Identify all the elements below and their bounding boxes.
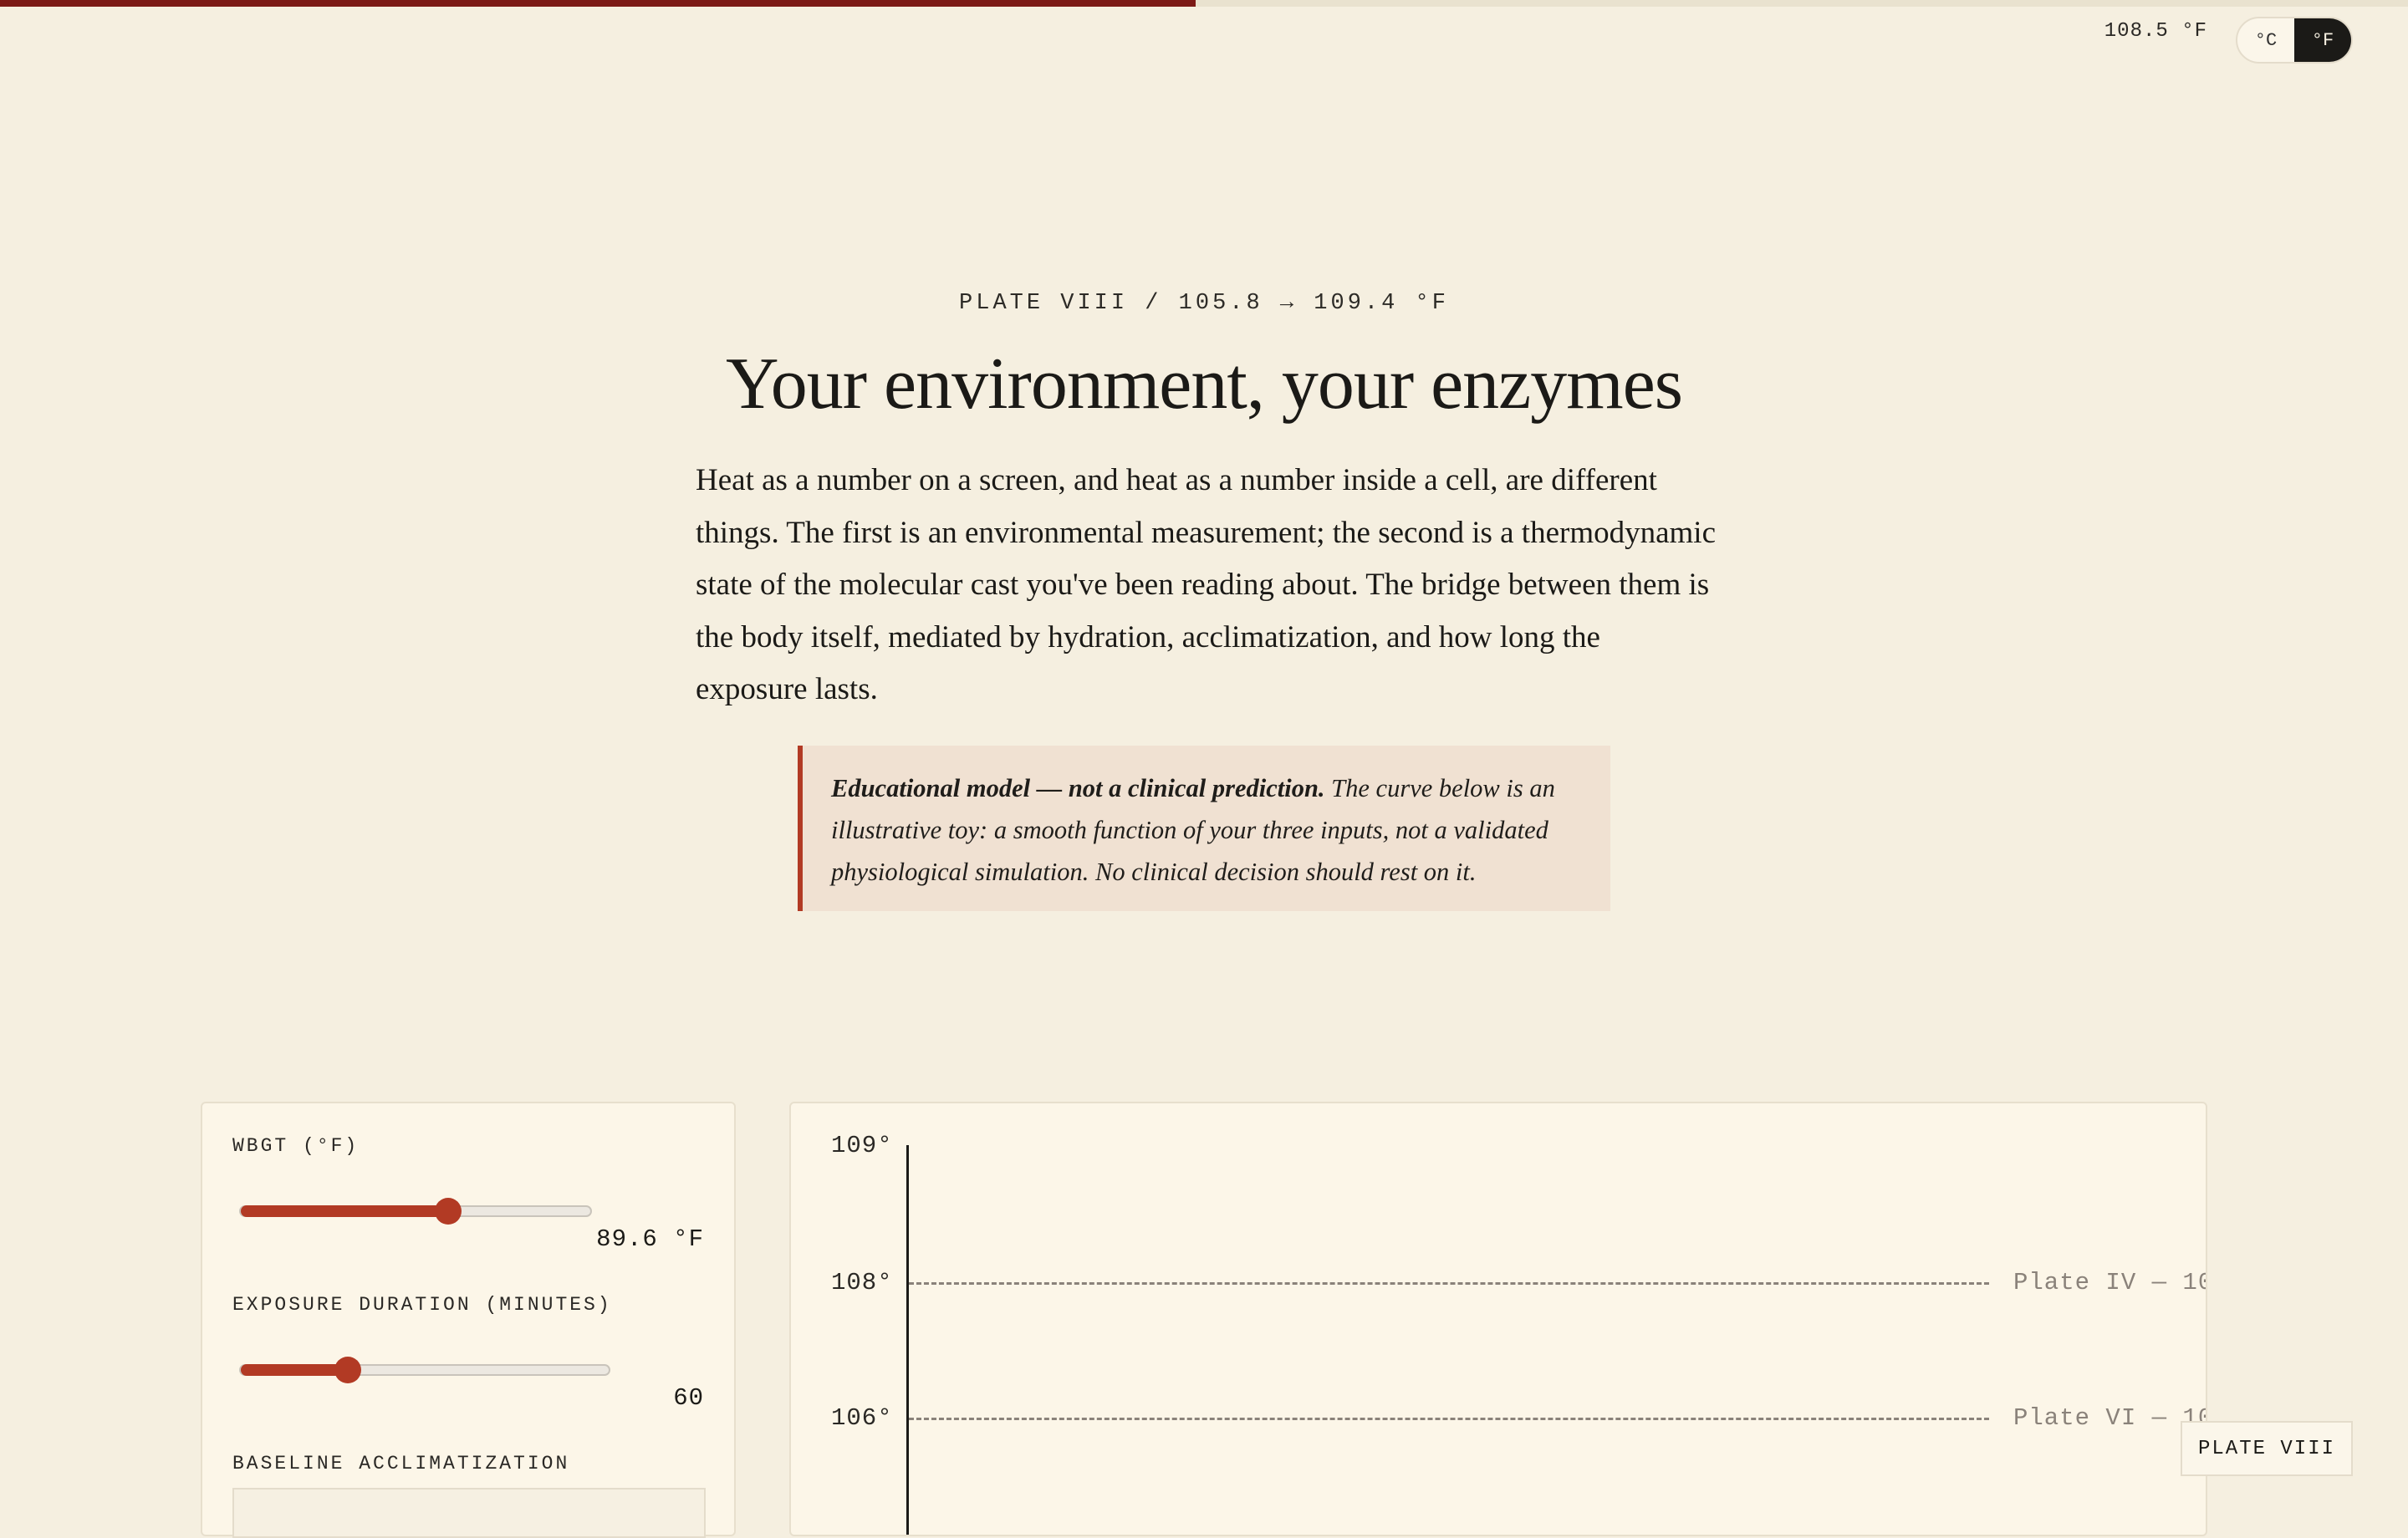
- duration-slider[interactable]: [239, 1357, 610, 1383]
- wbgt-value: 89.6 °F: [596, 1225, 704, 1253]
- acclimatization-select[interactable]: [232, 1488, 706, 1538]
- page-title: Your environment, your enzymes: [726, 344, 1683, 425]
- y-tick-109: 109°: [831, 1132, 893, 1159]
- wbgt-slider-fill: [241, 1205, 448, 1217]
- duration-slider-fill: [241, 1364, 349, 1376]
- y-tick-108: 108°: [831, 1269, 893, 1296]
- y-tick-106: 106°: [831, 1404, 893, 1432]
- intro-paragraph: Heat as a number on a screen, and heat a…: [696, 463, 1717, 706]
- reference-line-plate-vi: [909, 1418, 1989, 1420]
- reading-progress-bar: [0, 0, 2408, 7]
- celsius-option[interactable]: °C: [2237, 18, 2294, 62]
- wbgt-slider-thumb[interactable]: [434, 1198, 462, 1225]
- duration-label: EXPOSURE DURATION (MINUTES): [232, 1294, 612, 1316]
- acclimatization-label: BASELINE ACCLIMATIZATION: [232, 1453, 570, 1474]
- wbgt-label: WBGT (°F): [232, 1135, 360, 1157]
- chart-panel: 109° 108° 106° Plate IV — 108 Plate VI —…: [789, 1102, 2207, 1536]
- plate-eyebrow: PLATE VIII / 105.8 → 109.4 °F: [959, 291, 1449, 316]
- duration-value: 60: [673, 1384, 704, 1412]
- duration-slider-thumb[interactable]: [334, 1357, 362, 1383]
- wbgt-slider[interactable]: [239, 1198, 592, 1225]
- unit-toggle[interactable]: °C °F: [2236, 17, 2353, 64]
- disclaimer-callout: Educational model — not a clinical predi…: [798, 746, 1610, 911]
- disclaimer-text: Educational model — not a clinical predi…: [831, 767, 1584, 893]
- current-temperature-readout: 108.5 °F: [2104, 20, 2207, 43]
- reference-line-plate-iv: [909, 1282, 1989, 1285]
- y-axis: [906, 1145, 909, 1535]
- reading-progress-fill: [0, 0, 1196, 7]
- disclaimer-bold: Educational model — not a clinical predi…: [831, 774, 1325, 802]
- reference-label-plate-vi: Plate VI — 106: [2013, 1404, 2207, 1432]
- plate-badge[interactable]: PLATE VIII: [2181, 1421, 2353, 1476]
- fahrenheit-option[interactable]: °F: [2294, 18, 2351, 62]
- reference-label-plate-iv: Plate IV — 108: [2013, 1269, 2207, 1296]
- controls-panel: WBGT (°F) 89.6 °F EXPOSURE DURATION (MIN…: [201, 1102, 736, 1538]
